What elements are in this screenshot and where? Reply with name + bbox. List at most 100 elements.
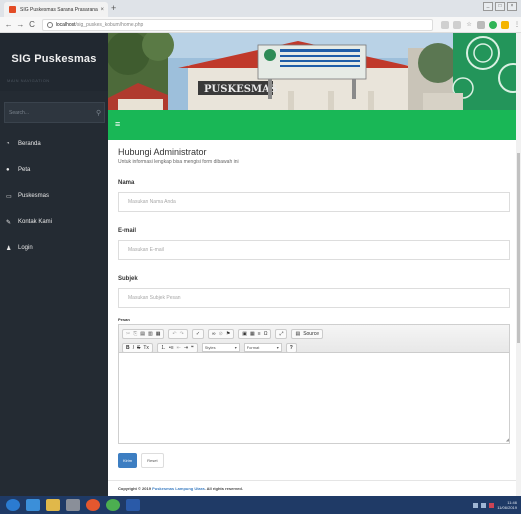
undo-icon[interactable]: ↶ (171, 331, 177, 337)
styles-label: Styles (204, 345, 216, 350)
special-char-icon[interactable]: Ω (263, 331, 269, 337)
puskesmas-building-photo: PUSKESMAS (108, 33, 521, 110)
resize-handle-icon[interactable]: ◢ (506, 437, 509, 442)
chrome-icon[interactable] (106, 499, 120, 511)
email-input[interactable] (128, 247, 509, 253)
users-icon: ♟ (6, 245, 12, 252)
contact-form: Hubungi Administrator Untuk informasi le… (118, 145, 518, 468)
system-clock[interactable]: 11:46 11/06/2019 (497, 500, 517, 510)
paste-text-icon[interactable]: ▥ (147, 331, 154, 337)
subjek-field-box (118, 288, 510, 308)
numbered-list-icon[interactable]: ⒈ (160, 344, 167, 351)
volume-icon[interactable] (481, 502, 487, 508)
horizontal-rule-icon[interactable]: ≡ (257, 331, 262, 337)
info-icon[interactable] (46, 21, 53, 28)
chevron-down-icon: ▾ (234, 345, 237, 350)
reload-button[interactable]: C (26, 20, 38, 29)
source-icon[interactable]: ▤ (294, 331, 301, 337)
message-textarea[interactable] (119, 353, 509, 443)
table-icon[interactable]: ▦ (249, 331, 256, 337)
nama-field-box (118, 192, 510, 212)
menu-toggle-icon[interactable]: ≡ (115, 119, 120, 129)
submit-button[interactable]: Kirim (118, 453, 138, 468)
anchor-icon[interactable]: ⚑ (225, 331, 231, 337)
network-icon[interactable] (473, 502, 479, 508)
scrollbar-thumb[interactable] (517, 153, 520, 343)
help-icon[interactable]: ? (289, 345, 294, 351)
editor-toolbar: ✂ ⎘ ▤ ▥ ▦ ↶ ↷ ✓ ∞ ⊘ ⚑ ▣ ▦ ≡ Ω ⤢ ▤ Source… (119, 325, 509, 353)
remove-format-icon[interactable]: Tx (142, 345, 150, 351)
favicon-icon (9, 6, 16, 13)
media-icon[interactable] (66, 499, 80, 511)
browser-tab-strip: SIG Puskesmas Sarana Prasarana × + _ □ × (0, 0, 521, 17)
sidebar: SIG Puskesmas MAIN NAVIGATION ⚲ ◔ Berand… (0, 33, 108, 496)
flag-icon[interactable] (489, 502, 495, 508)
extension-icon[interactable] (477, 20, 486, 29)
menu-dots-icon[interactable]: ⋮ (513, 21, 521, 29)
adblock-icon[interactable] (489, 20, 498, 29)
tab-title: SIG Puskesmas Sarana Prasarana (20, 6, 98, 13)
redo-icon[interactable]: ↷ (179, 331, 185, 337)
sidebar-item-login[interactable]: ♟ Login (0, 235, 108, 261)
search-icon[interactable]: ⚲ (96, 109, 101, 117)
copy-icon[interactable]: ⎘ (132, 331, 138, 337)
bold-icon[interactable]: B (125, 345, 131, 351)
ie-icon[interactable] (26, 499, 40, 511)
spellcheck-icon[interactable]: ✓ (195, 331, 201, 337)
styles-dropdown[interactable]: Styles ▾ (201, 343, 240, 352)
reset-button[interactable]: Reset (141, 453, 164, 468)
link-icon[interactable]: ∞ (211, 331, 217, 337)
tab-close-icon[interactable]: × (100, 7, 104, 13)
back-button[interactable]: ← (3, 20, 15, 29)
os-taskbar: 11:46 11/06/2019 (0, 496, 521, 514)
format-label: Format (246, 345, 260, 350)
translate-icon[interactable] (441, 20, 450, 29)
new-tab-button[interactable]: + (111, 3, 116, 13)
source-button-label[interactable]: Source (302, 331, 320, 337)
start-icon[interactable] (6, 499, 20, 511)
forward-button[interactable]: → (15, 20, 27, 29)
word-icon[interactable] (126, 499, 140, 511)
subjek-input[interactable] (128, 295, 509, 301)
bookmark-star-icon[interactable]: ☆ (465, 21, 473, 29)
system-tray: 11:46 11/06/2019 (473, 500, 521, 510)
window-controls: _ □ × (483, 2, 517, 11)
search-input[interactable] (9, 109, 89, 116)
format-dropdown[interactable]: Format ▾ (243, 343, 282, 352)
restore-button[interactable]: □ (495, 2, 505, 11)
sidebar-item-beranda[interactable]: ◔ Beranda (0, 131, 108, 157)
sidebar-item-label: Peta (18, 167, 31, 173)
chevron-down-icon: ▾ (276, 345, 279, 350)
folder-icon[interactable] (46, 499, 60, 511)
sidebar-item-label: Login (18, 245, 33, 251)
unlink-icon[interactable]: ⊘ (218, 331, 224, 337)
bulleted-list-icon[interactable]: •≡ (168, 345, 175, 351)
italic-icon[interactable]: I (132, 345, 135, 351)
app-icon[interactable] (86, 499, 100, 511)
zoom-icon[interactable] (453, 20, 462, 29)
paste-icon[interactable]: ▤ (139, 331, 146, 337)
clock-date: 11/06/2019 (497, 505, 517, 510)
minimize-button[interactable]: _ (483, 2, 493, 11)
strike-icon[interactable]: S (136, 345, 141, 351)
close-window-button[interactable]: × (507, 2, 517, 11)
extension-2-icon[interactable] (501, 20, 510, 29)
outdent-icon[interactable]: ⇤ (176, 345, 182, 351)
maximize-icon[interactable]: ⤢ (278, 331, 284, 337)
sidebar-item-peta[interactable]: ● Peta (0, 157, 108, 183)
sidebar-item-kontak-kami[interactable]: ✎ Kontak Kami (0, 209, 108, 235)
browser-tab[interactable]: SIG Puskesmas Sarana Prasarana × (4, 2, 108, 17)
cut-icon[interactable]: ✂ (125, 331, 131, 337)
indent-icon[interactable]: ⇥ (183, 345, 189, 351)
page-scrollbar[interactable] (516, 33, 521, 496)
paste-word-icon[interactable]: ▦ (155, 331, 162, 337)
url-field[interactable]: localhost/sig_puskes_kobum/home.php (41, 18, 434, 31)
image-icon[interactable]: ▣ (241, 331, 248, 337)
pesan-label: Pesan (118, 317, 130, 322)
sidebar-item-puskesmas[interactable]: ▭ Puskesmas (0, 183, 108, 209)
blockquote-icon[interactable]: ❝ (190, 345, 195, 351)
hospital-icon: ▭ (6, 193, 12, 200)
nama-input[interactable] (128, 199, 509, 205)
footer-org-link[interactable]: Puskesmas Lampung Utara (152, 486, 204, 491)
page-subtitle: Untuk informasi lengkap bisa mengisi for… (118, 159, 239, 165)
